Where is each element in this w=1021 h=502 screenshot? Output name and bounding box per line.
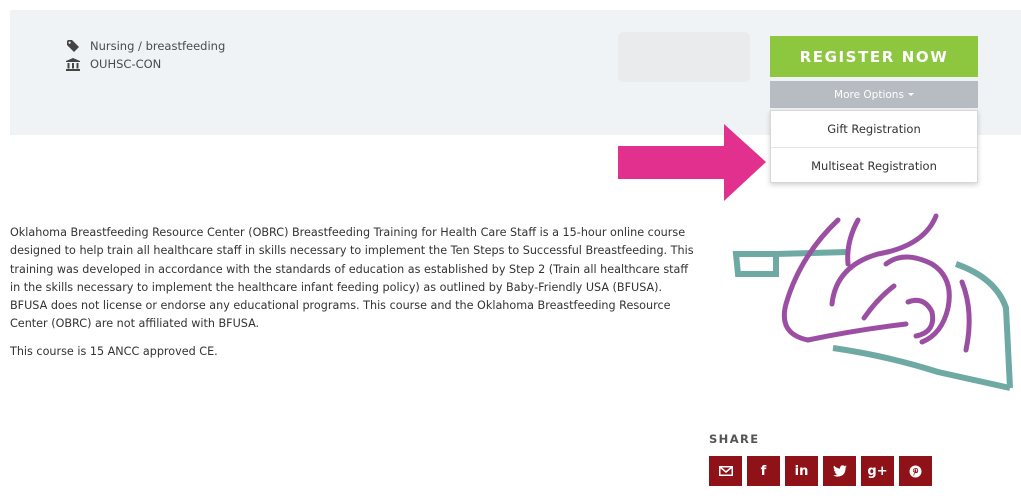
provider-label: OUHSC-CON: [90, 57, 162, 71]
twitter-icon: [832, 465, 847, 477]
linkedin-icon: in: [794, 463, 809, 479]
caret-down-icon: [907, 93, 914, 96]
google-plus-icon: g+: [867, 463, 888, 479]
more-options-label: More Options: [834, 88, 904, 101]
share-facebook-button[interactable]: f: [747, 456, 780, 486]
meta-provider: OUHSC-CON: [65, 55, 225, 73]
share-googleplus-button[interactable]: g+: [861, 456, 894, 486]
share-linkedin-button[interactable]: in: [785, 456, 818, 486]
course-description: Oklahoma Breastfeeding Resource Center (…: [10, 224, 700, 361]
share-email-button[interactable]: [709, 456, 742, 486]
meta-category: Nursing / breastfeeding: [65, 37, 225, 55]
facebook-icon: f: [760, 463, 767, 479]
more-options-button[interactable]: More Options: [770, 81, 978, 108]
pointer-arrow-icon: [618, 124, 766, 201]
share-heading: SHARE: [709, 432, 760, 446]
multiseat-registration-option[interactable]: Multiseat Registration: [771, 147, 977, 183]
share-buttons: f in g+: [709, 456, 932, 486]
register-now-button[interactable]: REGISTER NOW: [770, 36, 978, 77]
email-icon: [718, 466, 733, 476]
register-now-label: REGISTER NOW: [799, 47, 949, 66]
institution-icon: [65, 57, 81, 71]
price-placeholder: [618, 32, 750, 82]
share-pinterest-button[interactable]: [899, 456, 932, 486]
share-twitter-button[interactable]: [823, 456, 856, 486]
ce-credit-note: This course is 15 ANCC approved CE.: [10, 344, 218, 358]
category-label: Nursing / breastfeeding: [90, 39, 226, 53]
pinterest-icon: [909, 465, 922, 477]
more-options-dropdown: Gift Registration Multiseat Registration: [770, 110, 978, 183]
description-paragraph: Oklahoma Breastfeeding Resource Center (…: [10, 226, 694, 331]
breastfeeding-center-logo: [732, 213, 1013, 391]
tag-icon: [65, 39, 81, 53]
course-meta: Nursing / breastfeeding OUHSC-CON: [65, 37, 225, 73]
gift-registration-option[interactable]: Gift Registration: [771, 111, 977, 147]
